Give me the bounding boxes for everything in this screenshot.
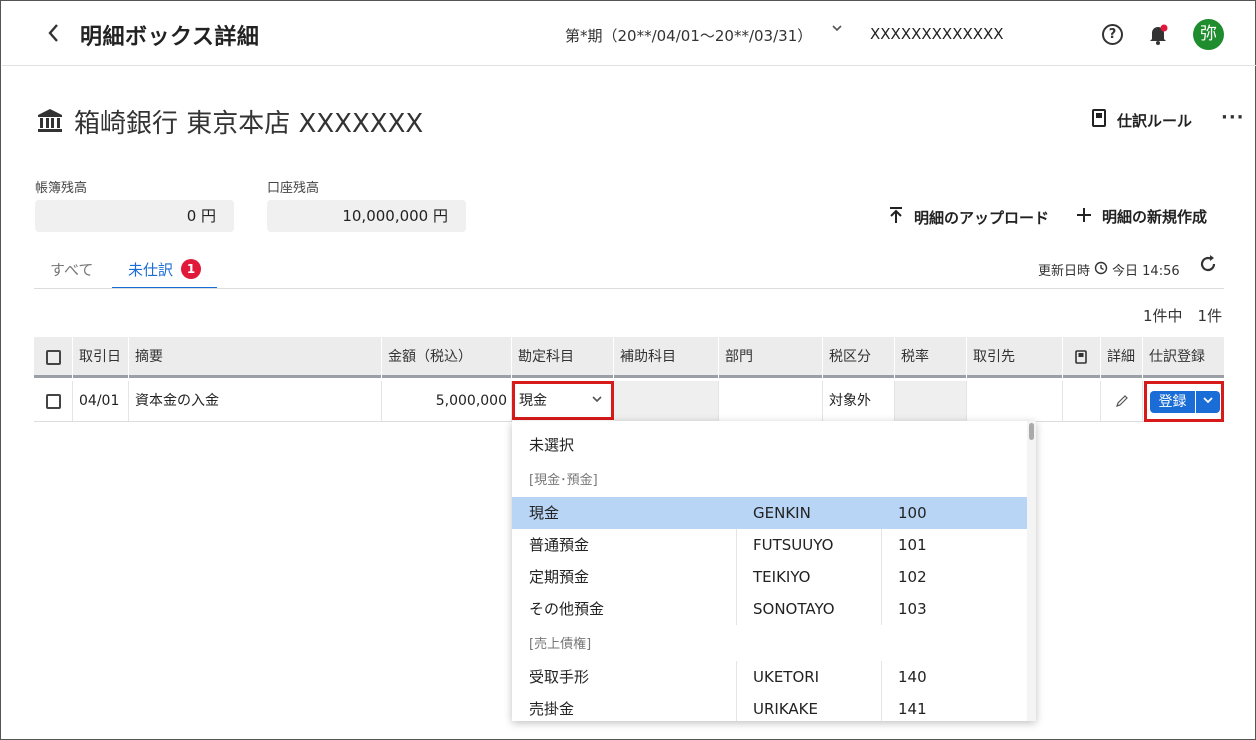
row-sub-account bbox=[614, 381, 719, 421]
period-selector[interactable]: 第*期（20**/04/01〜20**/03/31） bbox=[565, 25, 812, 46]
help-icon[interactable]: ? bbox=[1102, 24, 1123, 45]
col-amount[interactable]: 金額（税込） bbox=[382, 337, 512, 378]
book-balance-label: 帳簿残高 bbox=[35, 181, 88, 196]
account-select-value: 現金 bbox=[519, 393, 547, 409]
chevron-down-icon[interactable] bbox=[831, 22, 843, 38]
upload-statement-button[interactable]: 明細のアップロード bbox=[888, 206, 1049, 228]
col-sub-account[interactable]: 補助科目 bbox=[614, 337, 719, 378]
col-tax-rate[interactable]: 税率 bbox=[895, 337, 967, 378]
updated-label: 更新日時 bbox=[1038, 264, 1091, 279]
col-tax-category[interactable]: 税区分 bbox=[823, 337, 895, 378]
row-partner[interactable] bbox=[967, 381, 1063, 421]
app-frame: 明細ボックス詳細 第*期（20**/04/01〜20**/03/31） XXXX… bbox=[0, 0, 1256, 740]
bank-icon bbox=[37, 107, 63, 133]
col-account[interactable]: 勘定科目 bbox=[512, 337, 614, 378]
col-description[interactable]: 摘要 bbox=[129, 337, 382, 378]
plus-icon bbox=[1076, 207, 1092, 227]
account-title: 箱崎銀行 東京本店 XXXXXXX bbox=[74, 109, 424, 139]
col-date[interactable]: 取引日 bbox=[73, 337, 129, 378]
account-select[interactable]: 現金 bbox=[512, 381, 614, 420]
register-button[interactable]: 登録 bbox=[1150, 391, 1195, 413]
top-bar: 明細ボックス詳細 第*期（20**/04/01〜20**/03/31） XXXX… bbox=[2, 2, 1256, 66]
chevron-down-icon[interactable] bbox=[1196, 391, 1220, 413]
register-button-group: 登録 bbox=[1144, 381, 1224, 422]
select-all-checkbox[interactable] bbox=[34, 337, 73, 378]
upload-label: 明細のアップロード bbox=[914, 208, 1050, 227]
table-header: 取引日 摘要 金額（税込） 勘定科目 補助科目 部門 税区分 税率 取引先 詳細… bbox=[34, 337, 1224, 378]
chevron-left-icon[interactable] bbox=[46, 22, 66, 46]
journal-rule-label: 仕訳ルール bbox=[1117, 111, 1193, 130]
tab-unjournaled[interactable]: 未仕訳 1 bbox=[112, 253, 218, 289]
row-book bbox=[1063, 381, 1101, 421]
dropdown-scrollbar[interactable] bbox=[1027, 421, 1036, 721]
dropdown-item[interactable]: その他預金 SONOTAYO 103 bbox=[512, 593, 1027, 625]
table-row: 04/01 資本金の入金 5,000,000 対象外 bbox=[34, 381, 1224, 422]
journal-rule-button[interactable]: 仕訳ルール bbox=[1091, 109, 1192, 131]
refresh-icon[interactable] bbox=[1198, 254, 1218, 279]
bank-balance-value: 10,000,000 円 bbox=[267, 200, 466, 232]
tabs-divider bbox=[34, 288, 1224, 289]
chevron-down-icon bbox=[591, 384, 603, 418]
col-partner[interactable]: 取引先 bbox=[967, 337, 1063, 378]
count-badge: 1 bbox=[181, 259, 202, 279]
col-department[interactable]: 部門 bbox=[719, 337, 823, 378]
dropdown-item[interactable]: 売掛金 URIKAKE 141 bbox=[512, 693, 1027, 721]
avatar[interactable]: 弥 bbox=[1193, 19, 1224, 50]
row-tax-rate bbox=[895, 381, 967, 421]
row-department[interactable] bbox=[719, 381, 823, 421]
clock-icon bbox=[1094, 261, 1108, 279]
pencil-icon[interactable] bbox=[1101, 381, 1143, 421]
dropdown-group-receivables: [売上債権] bbox=[529, 637, 592, 652]
new-statement-label: 明細の新規作成 bbox=[1102, 208, 1208, 226]
company-name[interactable]: XXXXXXXXXXXXX bbox=[870, 25, 1004, 43]
row-amount[interactable]: 5,000,000 bbox=[382, 381, 512, 421]
dropdown-group-cash: [現金･預金] bbox=[529, 473, 598, 488]
dropdown-item[interactable]: 定期預金 TEIKIYO 102 bbox=[512, 561, 1027, 593]
updated-value: 今日 14:56 bbox=[1112, 264, 1180, 279]
tab-unjournaled-label: 未仕訳 bbox=[128, 261, 174, 279]
bank-balance-label: 口座残高 bbox=[267, 181, 320, 196]
scrollbar-thumb[interactable] bbox=[1029, 423, 1034, 440]
bell-icon[interactable] bbox=[1146, 22, 1170, 46]
row-date[interactable]: 04/01 bbox=[73, 381, 129, 421]
book-icon bbox=[1063, 337, 1101, 378]
more-menu-icon[interactable]: ··· bbox=[1221, 107, 1245, 128]
account-dropdown: 未選択 [現金･預金] 現金 GENKIN 100 普通預金 FUTSUUYO … bbox=[512, 421, 1036, 721]
result-count: 1件中 1件 bbox=[1143, 307, 1223, 325]
row-checkbox[interactable] bbox=[34, 381, 73, 421]
dropdown-item-unselected[interactable]: 未選択 bbox=[512, 429, 1027, 461]
col-register: 仕訳登録 bbox=[1149, 349, 1205, 365]
new-statement-button[interactable]: 明細の新規作成 bbox=[1076, 206, 1207, 227]
tab-all[interactable]: すべて bbox=[50, 259, 93, 280]
row-description[interactable]: 資本金の入金 bbox=[129, 381, 382, 421]
page-title: 明細ボックス詳細 bbox=[80, 25, 260, 50]
book-icon bbox=[1091, 109, 1107, 131]
upload-icon bbox=[888, 206, 904, 228]
dropdown-item[interactable]: 普通預金 FUTSUUYO 101 bbox=[512, 529, 1027, 561]
dropdown-item[interactable]: 現金 GENKIN 100 bbox=[512, 497, 1027, 529]
book-balance-value: 0 円 bbox=[35, 200, 234, 232]
updated-time: 更新日時 今日 14:56 bbox=[1038, 260, 1180, 279]
col-detail: 詳細 bbox=[1101, 337, 1143, 378]
row-tax-category[interactable]: 対象外 bbox=[823, 381, 895, 421]
dropdown-item[interactable]: 受取手形 UKETORI 140 bbox=[512, 661, 1027, 693]
